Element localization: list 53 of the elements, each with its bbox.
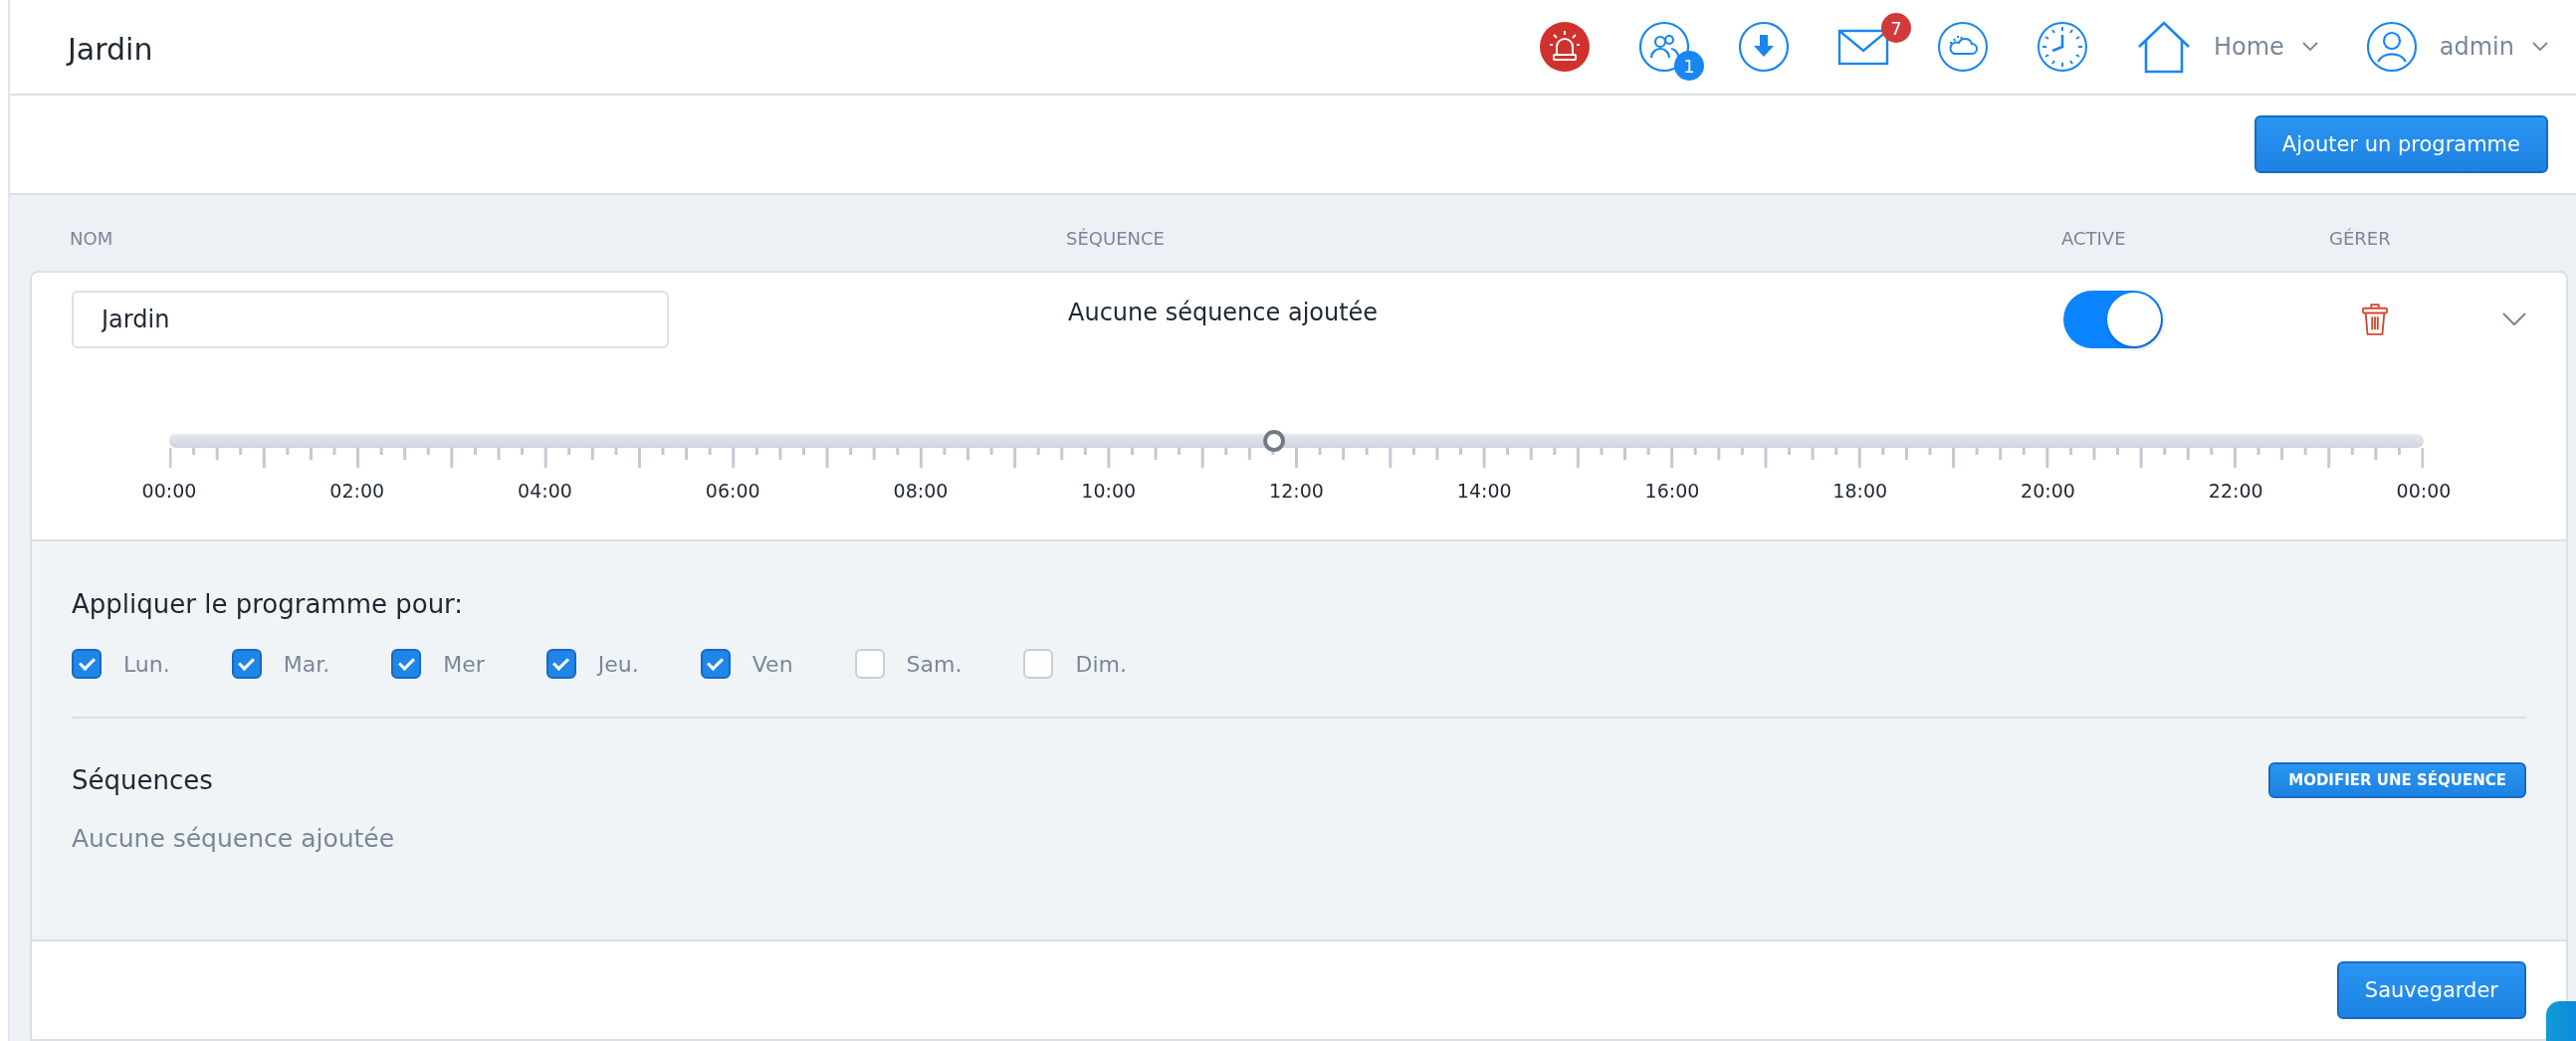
time-label: 18:00 — [1832, 480, 1888, 502]
chevron-down-icon[interactable] — [2502, 312, 2526, 326]
day-label: Ven — [751, 651, 793, 677]
day-checkbox[interactable] — [72, 649, 102, 679]
day-checkbox[interactable] — [700, 649, 731, 679]
day-checkbox[interactable] — [391, 649, 422, 679]
column-header: NOM — [70, 226, 114, 249]
trash-icon[interactable] — [2361, 303, 2389, 336]
save-button[interactable]: Sauvegarder — [2336, 961, 2526, 1019]
time-label: 00:00 — [2396, 480, 2452, 502]
notification-badge: 1 — [1673, 51, 1704, 81]
notification-badge: 7 — [1880, 13, 1911, 43]
time-label: 14:00 — [1456, 480, 1512, 502]
home-menu[interactable]: Home — [2135, 20, 2318, 74]
time-label: 06:00 — [705, 480, 760, 502]
day-label: Mer — [443, 651, 485, 677]
column-header: ACTIVE — [2061, 226, 2127, 249]
time-label: 12:00 — [1269, 480, 1324, 502]
active-toggle[interactable] — [2063, 291, 2163, 348]
day-label: Mar. — [283, 651, 330, 677]
download-icon[interactable] — [1737, 21, 1790, 73]
empty-sequences-text: Aucune séquence ajoutée — [72, 824, 396, 853]
page-title: Jardin — [68, 31, 153, 67]
time-label: 04:00 — [518, 480, 572, 502]
schedule-heading: Appliquer le programme pour: — [72, 589, 465, 619]
time-label: 20:00 — [2021, 480, 2075, 502]
user-avatar-icon — [2365, 21, 2418, 73]
chevron-down-icon — [2532, 42, 2548, 52]
weather-icon[interactable] — [1936, 21, 1989, 73]
time-label: 08:00 — [893, 480, 949, 502]
siren-icon[interactable] — [1538, 21, 1591, 73]
edit-sequence-button[interactable]: MODIFIER UNE SÉQUENCE — [2268, 762, 2526, 798]
time-label: 00:00 — [141, 480, 197, 502]
time-label: 02:00 — [329, 480, 385, 502]
day-label: Dim. — [1075, 651, 1127, 677]
mail-icon[interactable] — [1836, 27, 1889, 67]
sequences-heading: Séquences — [72, 765, 213, 795]
column-header: SÉQUENCE — [1066, 226, 1166, 249]
column-header: GÉRER — [2329, 226, 2392, 249]
day-label: Lun. — [123, 651, 170, 677]
slider-thumb[interactable] — [1262, 430, 1285, 452]
time-label: 10:00 — [1081, 480, 1137, 502]
sequence-summary: Aucune séquence ajoutée — [1068, 299, 1379, 326]
chevron-down-icon — [2301, 42, 2318, 52]
clock-icon[interactable] — [2036, 21, 2088, 73]
day-checkbox[interactable] — [231, 649, 262, 679]
day-checkbox[interactable] — [545, 649, 576, 679]
add-program-button[interactable]: Ajouter un programme — [2254, 115, 2548, 173]
day-label: Jeu. — [597, 651, 639, 677]
time-label: 16:00 — [1644, 480, 1700, 502]
time-label: 22:00 — [2208, 480, 2263, 502]
day-label: Sam. — [906, 651, 963, 677]
user-menu[interactable]: admin — [2365, 21, 2548, 73]
